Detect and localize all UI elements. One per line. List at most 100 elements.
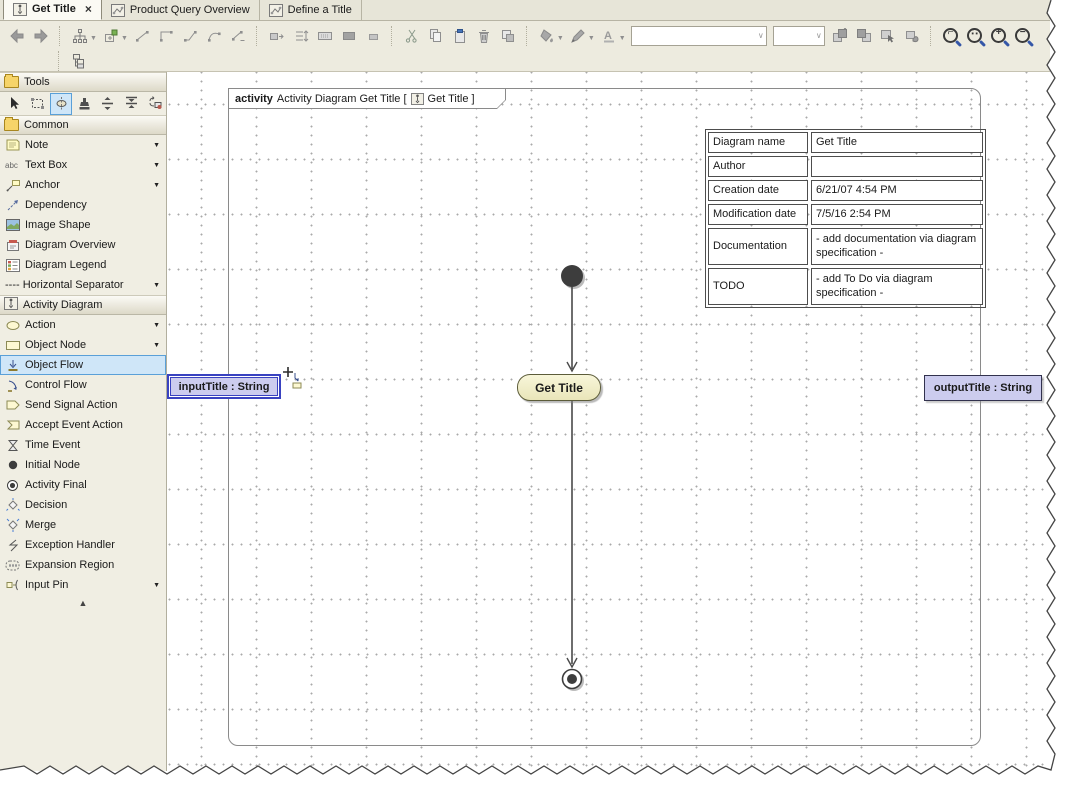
select-shape-icon[interactable]	[876, 25, 900, 47]
tab-get-title[interactable]: Get Title ×	[3, 0, 102, 20]
palette-item-diagram-overview[interactable]: Diagram Overview	[0, 235, 166, 255]
show-grid-icon[interactable]	[313, 25, 337, 47]
dropdown-arrow-icon[interactable]: ▼	[153, 142, 162, 149]
palette-item-note[interactable]: Note▼	[0, 135, 166, 155]
palette-item-initial-node[interactable]: Initial Node	[0, 455, 166, 475]
draw-line-oblique-icon[interactable]	[178, 25, 202, 47]
palette-item-anchor[interactable]: Anchor▼	[0, 175, 166, 195]
palette-item-activity-final[interactable]: Activity Final	[0, 475, 166, 495]
add-element-icon[interactable]	[99, 25, 123, 47]
palette-item-expansion-region[interactable]: Expansion Region	[0, 555, 166, 575]
palette-item-object-flow[interactable]: Object Flow	[0, 355, 166, 375]
font-color-icon[interactable]: A	[597, 25, 621, 47]
dropdown-arrow-icon[interactable]: ▼	[588, 35, 595, 42]
palette-item-merge[interactable]: Merge	[0, 515, 166, 535]
palette-item-time-event[interactable]: Time Event	[0, 435, 166, 455]
action-node-get-title[interactable]: Get Title	[517, 374, 601, 401]
zoom-combobox[interactable]: ∨	[773, 26, 825, 46]
copy-icon[interactable]	[424, 25, 448, 47]
palette-item-diagram-legend[interactable]: Diagram Legend	[0, 255, 166, 275]
zoom-fit-icon[interactable]: ∷	[963, 25, 987, 47]
swap-element-icon[interactable]	[144, 93, 166, 115]
stamp-tool-icon[interactable]	[73, 93, 95, 115]
palette-item-label: Input Pin	[25, 579, 68, 591]
palette-scroll-up[interactable]: ▲	[0, 595, 166, 611]
dropdown-arrow-icon[interactable]: ▼	[153, 182, 162, 189]
pen-color-icon[interactable]	[566, 25, 590, 47]
tab-define-a-title[interactable]: Define a Title	[260, 0, 362, 20]
palette-item-decision[interactable]: Decision	[0, 495, 166, 515]
send-to-back-icon[interactable]	[852, 25, 876, 47]
tab-product-query-overview[interactable]: Product Query Overview	[102, 0, 260, 20]
activity-parameter-output-title[interactable]: outputTitle : String	[924, 375, 1042, 401]
diagram-canvas[interactable]: activity Activity Diagram Get Title [ Ge…	[167, 72, 1050, 771]
fill-color-icon[interactable]	[535, 25, 559, 47]
palette-item-label: Image Shape	[25, 219, 90, 231]
zoom-out-icon[interactable]: −	[1011, 25, 1035, 47]
folder-icon	[4, 76, 19, 88]
forward-icon[interactable]	[29, 25, 53, 47]
dropdown-arrow-icon[interactable]: ▼	[90, 35, 97, 42]
palette-item-accept-event-action[interactable]: Accept Event Action	[0, 415, 166, 435]
style-combobox[interactable]: ∨	[631, 26, 767, 46]
dropdown-arrow-icon[interactable]: ▼	[121, 35, 128, 42]
palette-item-send-signal-action[interactable]: Send Signal Action	[0, 395, 166, 415]
common-section-header[interactable]: Common	[0, 115, 166, 135]
palette-item-dependency[interactable]: Dependency	[0, 195, 166, 215]
dependency-icon	[5, 199, 20, 212]
shape-light-icon[interactable]	[361, 25, 385, 47]
activity-parameter-input-title[interactable]: inputTitle : String	[167, 374, 281, 399]
zoom-region-icon[interactable]: ⌐	[939, 25, 963, 47]
draw-line-bezier-icon[interactable]	[226, 25, 250, 47]
input-pin-icon	[5, 579, 20, 591]
tab-close-icon[interactable]: ×	[85, 4, 92, 14]
draw-line-rectilinear-icon[interactable]	[154, 25, 178, 47]
containment-tree-icon[interactable]	[67, 50, 91, 72]
draw-line-straight-icon[interactable]	[130, 25, 154, 47]
tools-section-header[interactable]: Tools	[0, 72, 166, 92]
palette-item-label: Dependency	[25, 199, 87, 211]
delete-icon[interactable]	[472, 25, 496, 47]
paste-duplicate-icon[interactable]	[496, 25, 520, 47]
bring-to-front-icon[interactable]	[828, 25, 852, 47]
dropdown-arrow-icon[interactable]: ▼	[557, 35, 564, 42]
dropdown-arrow-icon[interactable]: ▼	[153, 322, 162, 329]
cut-icon[interactable]	[400, 25, 424, 47]
content-diagram-icon	[269, 4, 283, 17]
palette-item-input-pin[interactable]: Input Pin ▼	[0, 575, 166, 595]
zoom-in-icon[interactable]: +	[987, 25, 1011, 47]
paste-icon[interactable]	[448, 25, 472, 47]
palette-item-label: Diagram Overview	[25, 239, 115, 251]
palette-item-image-shape[interactable]: Image Shape	[0, 215, 166, 235]
chevron-down-icon[interactable]: ∨	[758, 31, 764, 40]
activity-diagram-section-header[interactable]: Activity Diagram	[0, 295, 166, 315]
initial-node[interactable]	[561, 265, 583, 287]
reset-style-icon[interactable]	[900, 25, 924, 47]
anchor-icon	[5, 179, 20, 192]
palette-item-exception-handler[interactable]: Exception Handler	[0, 535, 166, 555]
palette-item-object-node[interactable]: Object Node▼	[0, 335, 166, 355]
dropdown-arrow-icon[interactable]: ▼	[153, 282, 162, 289]
layout-tree-icon[interactable]	[68, 25, 92, 47]
dropdown-arrow-icon[interactable]: ▼	[153, 162, 162, 169]
distribute-vertical-icon[interactable]	[97, 93, 119, 115]
toolbar-separator	[59, 26, 64, 46]
dropdown-arrow-icon[interactable]: ▼	[619, 35, 626, 42]
autosize-width-icon[interactable]	[265, 25, 289, 47]
dropdown-arrow-icon[interactable]: ▼	[153, 582, 162, 589]
compress-vertical-icon[interactable]	[120, 93, 142, 115]
dropdown-arrow-icon[interactable]: ▼	[153, 342, 162, 349]
flow-draw-tool-icon[interactable]	[50, 93, 72, 115]
palette-item-action[interactable]: Action▼	[0, 315, 166, 335]
autosize-height-icon[interactable]	[289, 25, 313, 47]
palette-item-horizontal-separator[interactable]: ---- Horizontal Separator▼	[0, 275, 166, 295]
shape-dark-icon[interactable]	[337, 25, 361, 47]
palette-item-control-flow[interactable]: Control Flow	[0, 375, 166, 395]
palette-item-text-box[interactable]: abcText Box▼	[0, 155, 166, 175]
draw-line-curved-icon[interactable]	[202, 25, 226, 47]
chevron-down-icon[interactable]: ∨	[816, 31, 822, 40]
marquee-tool-icon[interactable]	[26, 93, 48, 115]
palette-item-label: Accept Event Action	[25, 419, 123, 431]
pointer-tool-icon[interactable]	[3, 93, 25, 115]
back-icon[interactable]	[5, 25, 29, 47]
